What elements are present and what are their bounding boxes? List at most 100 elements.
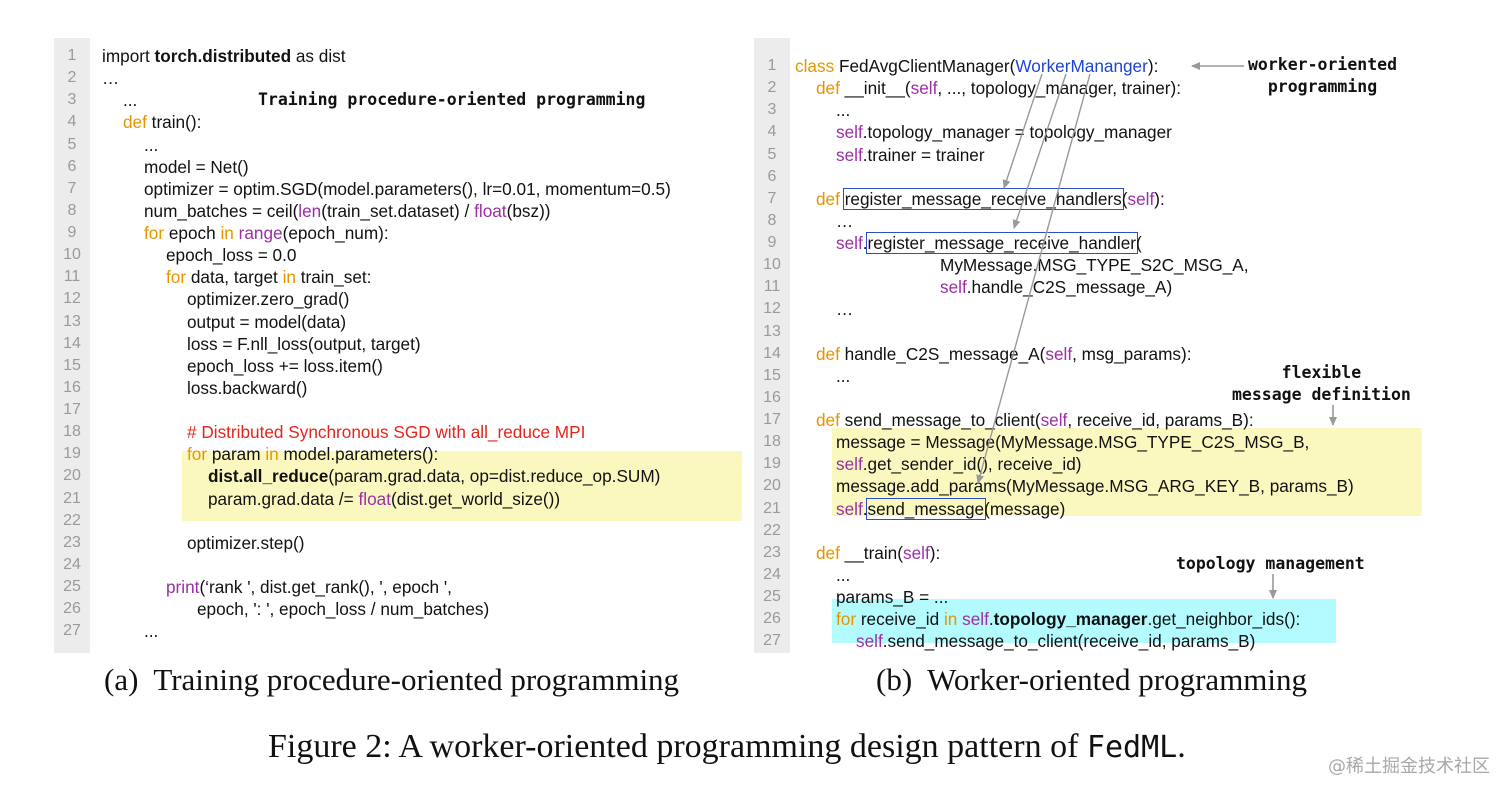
- line-number: 26: [763, 610, 781, 628]
- line-number: 22: [763, 521, 781, 539]
- code-line: 11 for data, target in train_set:: [54, 266, 744, 288]
- line-number: 14: [63, 334, 81, 352]
- line-number: 11: [763, 278, 781, 296]
- code-line: 9 for epoch in range(epoch_num):: [54, 222, 744, 244]
- line-number: 5: [67, 135, 77, 153]
- line-number: 6: [767, 167, 777, 185]
- code-line: 12…: [754, 298, 1444, 320]
- code-line: 7 optimizer = optim.SGD(model.parameters(…: [54, 178, 744, 200]
- code-line: 10 epoch_loss = 0.0: [54, 244, 744, 266]
- code-line: 15 epoch_loss += loss.item(): [54, 355, 744, 377]
- code-line: 13: [754, 321, 1444, 343]
- line-number: 27: [63, 622, 81, 640]
- line-number: 8: [767, 211, 777, 229]
- line-number: 26: [63, 600, 81, 618]
- code-line: 5 self.trainer = trainer: [754, 144, 1444, 166]
- code-line: 6 model = Net(): [54, 156, 744, 178]
- line-number: 27: [763, 632, 781, 650]
- line-number: 25: [63, 578, 81, 595]
- line-number: 19: [763, 455, 781, 473]
- code-line: 21 self.send_message(message): [754, 497, 1444, 520]
- code-line: 26 epoch, ': ', epoch_loss / num_batches): [54, 598, 744, 620]
- line-number: 15: [763, 366, 781, 384]
- line-number: 2: [767, 79, 777, 97]
- code-comment: # Distributed Synchronous SGD with all_r…: [187, 422, 586, 443]
- line-number: 12: [763, 300, 781, 318]
- line-number: 8: [67, 201, 77, 219]
- line-number: 25: [763, 588, 781, 605]
- line-number: 19: [63, 445, 81, 463]
- line-number: 3: [67, 91, 77, 109]
- code-line: 22: [754, 520, 1444, 542]
- code-line: 8…: [754, 210, 1444, 232]
- line-number: 23: [763, 543, 781, 561]
- line-number: 10: [63, 246, 81, 264]
- line-number: 22: [63, 511, 81, 529]
- line-number: 7: [67, 179, 77, 197]
- line-number: 4: [67, 113, 77, 131]
- code-panel-training: 1 import torch.distributed as dist 2… 3..…: [54, 38, 744, 653]
- code-line: 23 optimizer.step(): [54, 532, 744, 554]
- figure-caption: Figure 2: A worker-oriented programming …: [268, 728, 1186, 765]
- line-number: 16: [63, 378, 81, 396]
- code-line: 20 dist.all_reduce(param.grad.data, op=di…: [54, 465, 744, 487]
- code-line: 21 param.grad.data /= float(dist.get_worl…: [54, 488, 744, 510]
- code-line: 13 output = model(data): [54, 311, 744, 333]
- code-line: 16 loss.backward(): [54, 377, 744, 399]
- code-line: 5...: [54, 134, 744, 156]
- line-number: 18: [63, 423, 81, 441]
- code-line: 1 import torch.distributed as dist: [54, 45, 744, 67]
- line-number: 9: [767, 234, 777, 251]
- code-line: 22: [54, 510, 744, 532]
- code-line: 18 message = Message(MyMessage.MSG_TYPE_C…: [754, 431, 1444, 453]
- code-line: 27 self.send_message_to_client(receive_id…: [754, 630, 1444, 652]
- line-number: 21: [763, 499, 781, 517]
- subcaption-b: (b) Worker-oriented programming: [876, 662, 1308, 697]
- code-line: 25 params_B = ...: [754, 586, 1444, 608]
- line-number: 15: [63, 356, 81, 374]
- code-line: 19 self.get_sender_id(), receive_id): [754, 453, 1444, 475]
- code-line: 6: [754, 166, 1444, 188]
- line-number: 5: [767, 145, 777, 163]
- line-number: 10: [763, 256, 781, 274]
- line-number: 6: [67, 157, 77, 175]
- code-line: 17 def send_message_to_client(self, recei…: [754, 409, 1444, 431]
- line-number: 24: [63, 555, 81, 573]
- topology-management-annotation: topology management: [1176, 554, 1365, 573]
- watermark: @稀土掘金技术社区: [1328, 756, 1490, 777]
- line-number: 23: [63, 533, 81, 551]
- code-line: 12 optimizer.zero_grad(): [54, 288, 744, 310]
- code-line: 18 # Distributed Synchronous SGD with all…: [54, 421, 744, 443]
- line-number: 7: [767, 189, 777, 207]
- line-number: 4: [767, 123, 777, 141]
- line-number: 14: [763, 344, 781, 362]
- line-number: 1: [67, 47, 77, 64]
- line-number: 21: [63, 489, 81, 507]
- line-number: 18: [763, 433, 781, 451]
- code-line: 26 for receive_id in self.topology_manage…: [754, 608, 1444, 630]
- line-number: 2: [67, 69, 77, 87]
- code-line: 27...: [54, 620, 744, 642]
- boxed-method-send-message: send_message: [865, 497, 987, 520]
- code-line: 20 message.add_params(MyMessage.MSG_ARG_K…: [754, 475, 1444, 497]
- code-line: 9 self.register_message_receive_handler(: [754, 232, 1444, 254]
- line-number: 24: [763, 565, 781, 583]
- code-line: 14 loss = F.nll_loss(output, target): [54, 333, 744, 355]
- code-line: 4 self.topology_manager = topology_manage…: [754, 121, 1444, 143]
- line-number: 12: [63, 290, 81, 308]
- line-number: 13: [763, 322, 781, 340]
- code-line: 24: [54, 554, 744, 576]
- line-number: 20: [63, 467, 81, 485]
- subcaption-a: (a) Training procedure-oriented programm…: [104, 662, 680, 697]
- line-number: 9: [67, 224, 77, 241]
- code-line: 3...: [754, 99, 1444, 121]
- worker-oriented-annotation: worker-oriented programming: [1248, 55, 1398, 96]
- line-number: 17: [63, 401, 81, 418]
- code-line: 11 self.handle_C2S_message_A): [754, 276, 1444, 298]
- code-line: 17: [54, 399, 744, 421]
- line-number: 11: [63, 268, 81, 286]
- training-procedure-annotation: Training procedure-oriented programming: [258, 90, 646, 109]
- line-number: 17: [763, 411, 781, 428]
- message-definition-annotation: flexible message definition: [1232, 363, 1411, 404]
- code-line: 19 for param in model.parameters():: [54, 443, 744, 465]
